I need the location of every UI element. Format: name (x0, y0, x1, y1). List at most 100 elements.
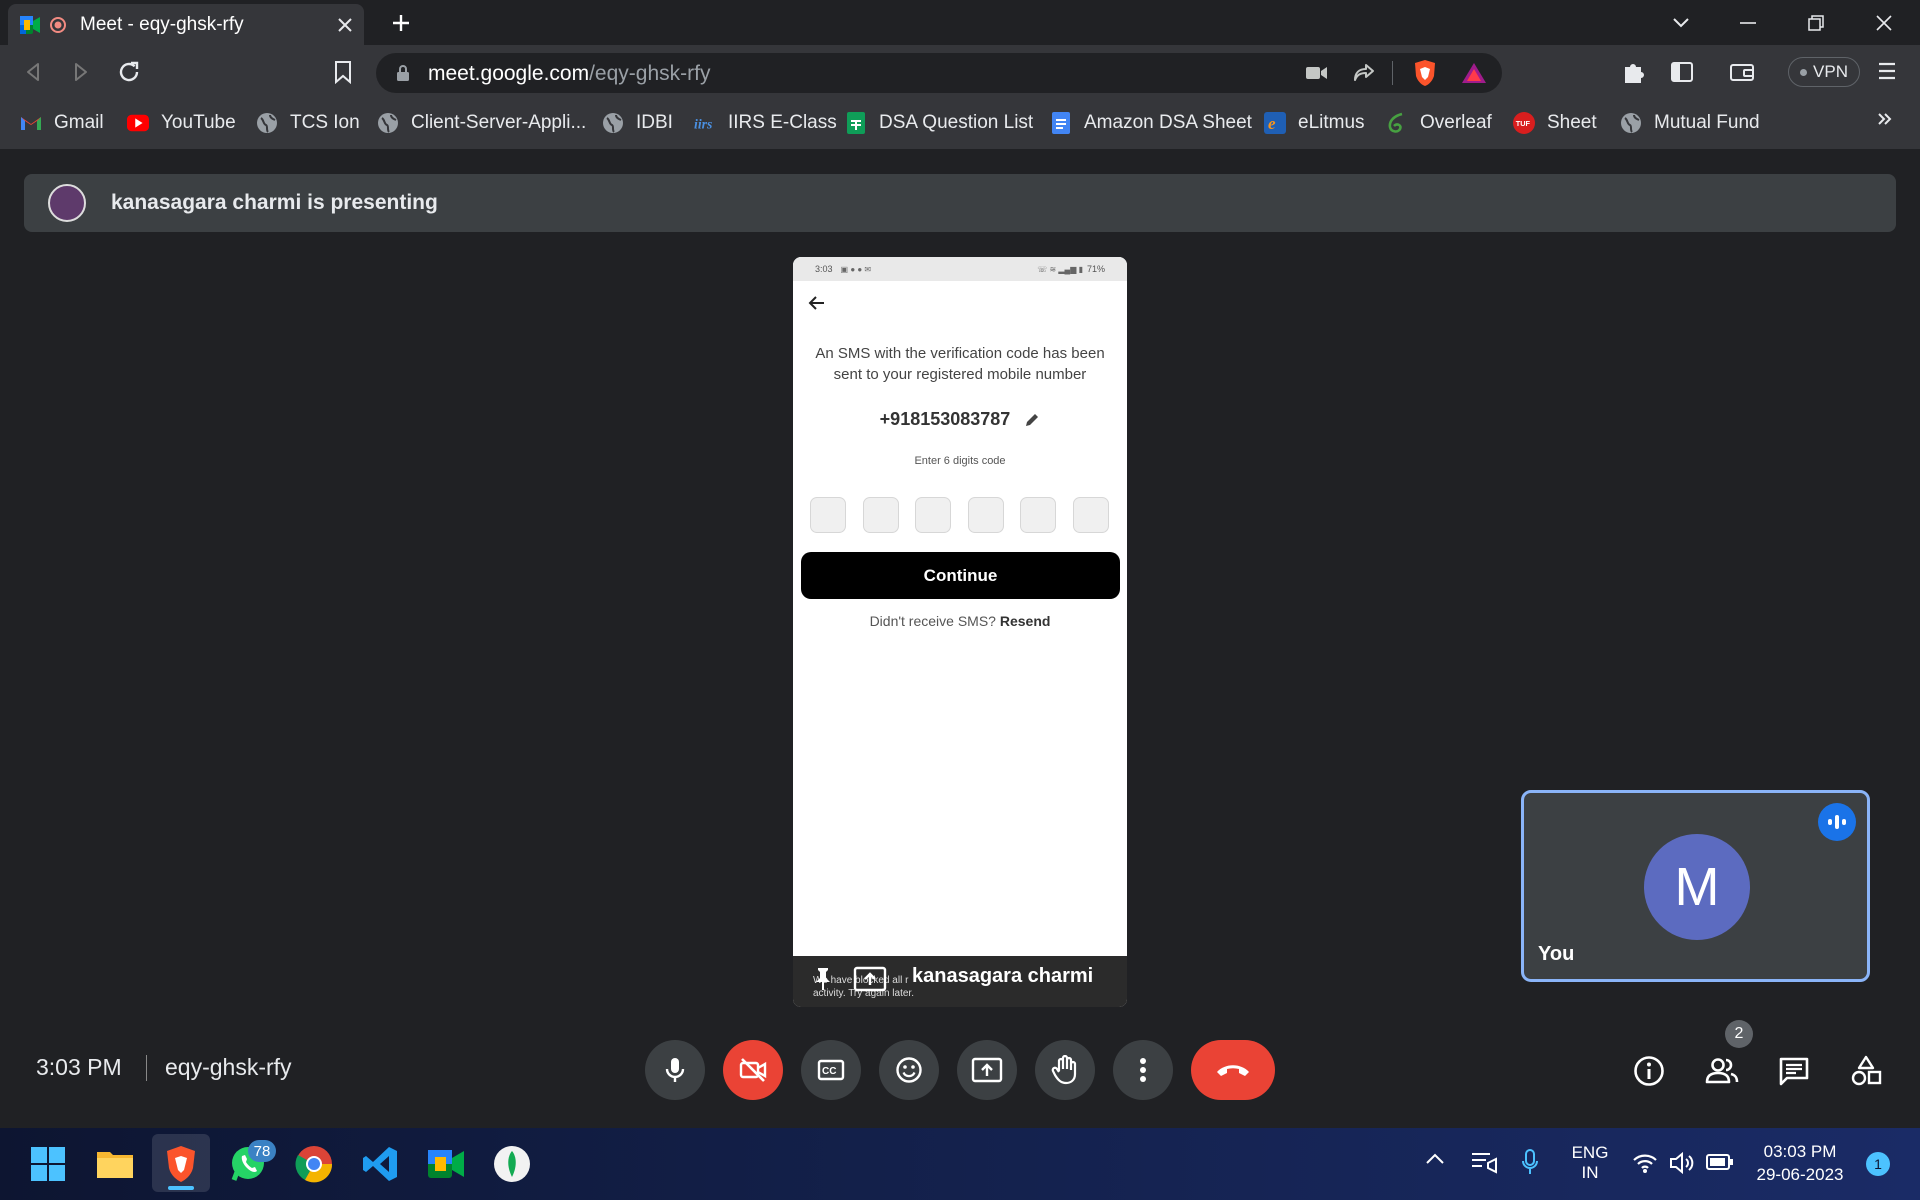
leave-call-button[interactable] (1191, 1040, 1275, 1100)
restore-icon[interactable] (1801, 8, 1831, 38)
language-indicator[interactable]: ENG IN (1570, 1143, 1610, 1183)
vscode-icon[interactable] (358, 1142, 402, 1186)
url-text: meet.google.com/eqy-ghsk-rfy (428, 62, 711, 85)
menu-icon[interactable] (1876, 60, 1898, 82)
omnibox-divider (1392, 61, 1393, 85)
otp-box (863, 497, 899, 533)
present-screen-icon (971, 1057, 1003, 1083)
share-icon[interactable] (1352, 62, 1376, 84)
more-vert-icon (1139, 1057, 1147, 1083)
pin-icon[interactable] (813, 966, 833, 992)
bookmark-iirs-e-class[interactable]: iirs IIRS E-Class (694, 108, 837, 138)
chrome-icon[interactable] (292, 1142, 336, 1186)
browser-tab[interactable]: Meet - eqy-ghsk-rfy (8, 4, 364, 45)
bookmark-tcs-ion[interactable]: TCS Ion (256, 108, 360, 138)
present-now-button[interactable] (957, 1040, 1017, 1100)
windows-start-icon[interactable] (26, 1142, 70, 1186)
reload-icon[interactable] (116, 59, 142, 85)
svg-text:e: e (1268, 114, 1276, 133)
presenting-text: kanasagara charmi is presenting (111, 191, 438, 214)
emoji-button[interactable] (879, 1040, 939, 1100)
time-separator (146, 1055, 147, 1081)
brave-browser-icon[interactable] (159, 1142, 203, 1186)
back-icon[interactable] (22, 60, 46, 84)
brave-shields-icon[interactable] (1412, 59, 1438, 87)
self-view-tile[interactable]: M You (1521, 790, 1870, 982)
close-tab-icon[interactable] (338, 17, 352, 32)
brave-rewards-icon[interactable] (1461, 61, 1487, 85)
new-tab-icon[interactable] (386, 8, 416, 38)
bookmark-icon[interactable] (333, 60, 353, 84)
more-bookmarks-chevron-icon[interactable] (1876, 110, 1894, 128)
notification-badge[interactable]: 1 (1866, 1152, 1890, 1176)
mongodb-compass-icon[interactable] (490, 1142, 534, 1186)
globe-icon (256, 112, 278, 134)
phone-status-bar: 3:03 ▣ ● ● ✉ ☏ ≋ ▂▄▆ ▮ 71% (793, 257, 1127, 281)
presenter-footer: We have blocked all r activity. Try agai… (793, 956, 1127, 1007)
bookmark-elitmus[interactable]: e eLitmus (1264, 108, 1365, 138)
vpn-label: VPN (1813, 62, 1848, 81)
bookmark-amazon-dsa-sheet[interactable]: Amazon DSA Sheet (1050, 108, 1252, 138)
svg-text:iirs: iirs (694, 117, 712, 132)
meeting-details-button[interactable] (1628, 1050, 1670, 1092)
phone-number-row: +918153083787 (793, 409, 1127, 430)
activities-button[interactable] (1845, 1050, 1887, 1092)
bookmark-mutual-fund[interactable]: Mutual Fund (1620, 108, 1760, 138)
bookmark-overleaf[interactable]: Overleaf (1386, 108, 1492, 138)
tuf-icon: TUF (1513, 112, 1535, 134)
address-bar[interactable]: meet.google.com/eqy-ghsk-rfy (376, 53, 1502, 93)
mic-in-use-icon[interactable] (1521, 1148, 1539, 1176)
lock-icon (396, 64, 410, 82)
project-display-icon[interactable] (1470, 1150, 1498, 1174)
bookmark-dsa-question-list[interactable]: DSA Question List (845, 108, 1033, 138)
camera-button[interactable] (723, 1040, 783, 1100)
resend-row: Didn't receive SMS? Resend (793, 613, 1127, 629)
sidebar-icon[interactable] (1670, 60, 1694, 84)
tab-search-chevron-icon[interactable] (1666, 8, 1696, 38)
otp-box (810, 497, 846, 533)
bookmark-idbi[interactable]: IDBI (602, 108, 673, 138)
google-meet-app-icon[interactable] (424, 1142, 468, 1186)
phone-continue-button: Continue (801, 552, 1120, 599)
close-window-icon[interactable] (1869, 8, 1899, 38)
bookmark-youtube[interactable]: YouTube (127, 108, 236, 138)
people-button[interactable] (1701, 1050, 1743, 1092)
self-name-label: You (1538, 943, 1575, 965)
more-options-button[interactable] (1113, 1040, 1173, 1100)
speaking-indicator-icon (1818, 803, 1856, 841)
bookmark-client-server[interactable]: Client-Server-Appli... (377, 108, 586, 138)
show-hidden-icons-chevron-icon[interactable] (1425, 1152, 1445, 1166)
microphone-button[interactable] (645, 1040, 705, 1100)
bookmark-gmail[interactable]: Gmail (20, 108, 104, 138)
info-icon (1633, 1055, 1665, 1087)
system-clock[interactable]: 03:03 PM 29-06-2023 (1748, 1142, 1852, 1185)
iirs-icon: iirs (694, 112, 716, 134)
presenting-banner: kanasagara charmi is presenting (24, 174, 1896, 232)
bookmark-sheet[interactable]: TUF Sheet (1513, 108, 1597, 138)
camera-off-icon (738, 1057, 768, 1083)
chat-button[interactable] (1773, 1050, 1815, 1092)
whatsapp-badge: 78 (248, 1140, 276, 1162)
extensions-icon[interactable] (1621, 59, 1647, 85)
minimize-icon[interactable] (1733, 8, 1763, 38)
present-screen-icon (853, 966, 887, 992)
presenter-name-label: kanasagara charmi (912, 965, 1094, 987)
wifi-icon[interactable] (1632, 1152, 1658, 1174)
emoji-icon (895, 1056, 923, 1084)
forward-icon[interactable] (68, 60, 92, 84)
volume-icon[interactable] (1669, 1151, 1697, 1175)
activities-shapes-icon (1850, 1055, 1882, 1087)
captions-button[interactable]: CC (801, 1040, 861, 1100)
camera-in-use-icon[interactable] (1306, 65, 1328, 81)
file-explorer-icon[interactable] (93, 1142, 137, 1186)
phone-back-arrow-icon (808, 295, 826, 311)
wallet-icon[interactable] (1729, 60, 1755, 84)
raise-hand-icon (1051, 1055, 1079, 1085)
battery-icon[interactable] (1706, 1153, 1734, 1171)
otp-box (968, 497, 1004, 533)
vpn-button[interactable]: VPN (1788, 57, 1860, 87)
raise-hand-button[interactable] (1035, 1040, 1095, 1100)
elitmus-icon: e (1264, 112, 1286, 134)
overleaf-icon (1386, 112, 1408, 134)
docs-icon (1050, 112, 1072, 134)
